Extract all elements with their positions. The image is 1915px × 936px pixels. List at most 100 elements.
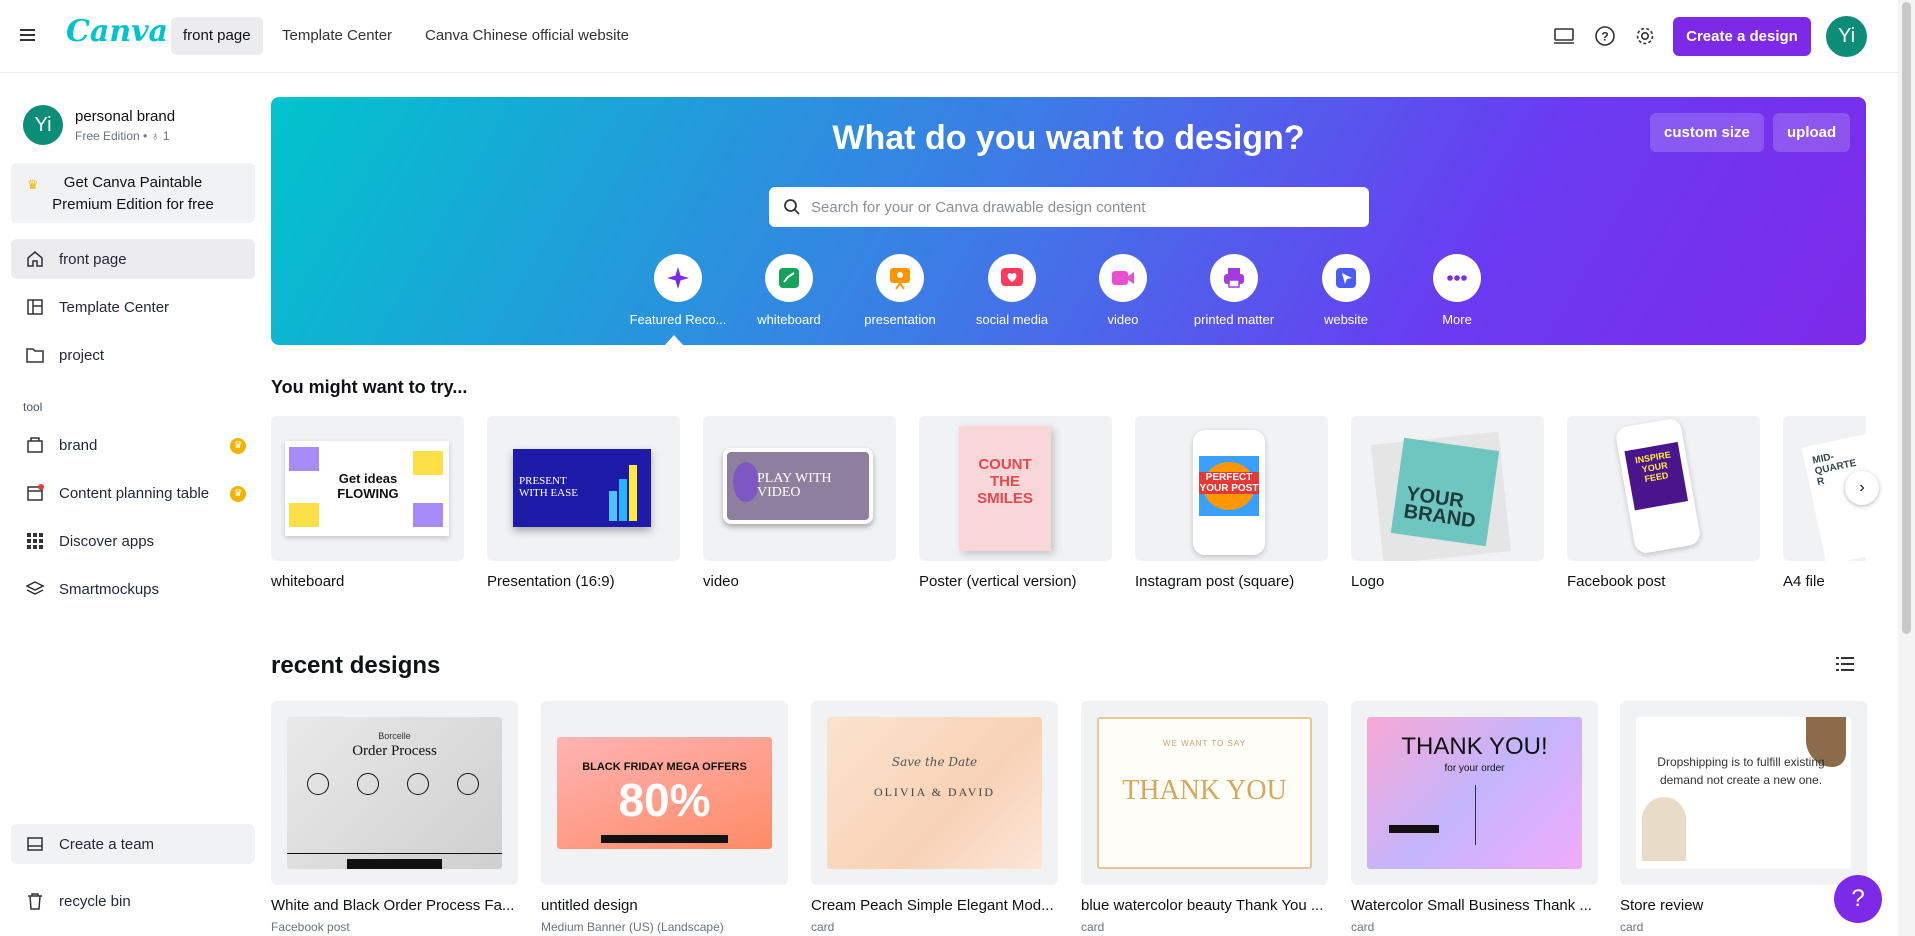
- sidebar-item-template-center[interactable]: Template Center: [11, 287, 255, 327]
- template-art-text: YOUR BRAND: [1402, 482, 1477, 533]
- design-title: untitled design: [541, 897, 638, 914]
- upload-button[interactable]: upload: [1773, 113, 1851, 152]
- sidebar-item-label: Content planning table: [59, 484, 210, 502]
- top-bar: Canva front page Template Center Canva C…: [0, 0, 1898, 73]
- design-type: Medium Banner (US) (Landscape): [541, 920, 724, 934]
- template-art-text: COUNT THE SMILES: [977, 456, 1033, 507]
- list-view-icon[interactable]: [1836, 656, 1854, 677]
- menu-icon[interactable]: [20, 26, 42, 46]
- sidebar-item-project[interactable]: project: [11, 335, 255, 375]
- template-icon: [24, 296, 46, 318]
- design-title: Store review: [1620, 897, 1704, 914]
- tab-front-page[interactable]: front page: [171, 17, 263, 55]
- help-button[interactable]: ?: [1834, 875, 1882, 923]
- svg-text:?: ?: [1601, 30, 1608, 44]
- category-label: Featured Reco...: [629, 312, 727, 327]
- template-label: A4 file: [1783, 573, 1825, 590]
- category-whiteboard[interactable]: whiteboard: [734, 254, 844, 327]
- create-team-label: Create a team: [59, 835, 155, 853]
- template-label: video: [703, 573, 739, 590]
- sidebar-item-label: front page: [59, 250, 127, 268]
- design-title: Watercolor Small Business Thank ...: [1351, 897, 1592, 914]
- design-art-text: BLACK FRIDAY MEGA OFFERS: [582, 761, 747, 773]
- template-card-poster[interactable]: COUNT THE SMILES Poster (vertical versio…: [919, 416, 1112, 590]
- sidebar-item-recycle-bin[interactable]: recycle bin: [11, 881, 255, 921]
- carousel-next-button[interactable]: ›: [1845, 471, 1879, 505]
- recent-design-card[interactable]: WE WANT TO SAY THANK YOU blue watercolor…: [1081, 701, 1328, 934]
- gear-icon[interactable]: [1633, 24, 1657, 48]
- sidebar-item-brand[interactable]: brand ♛: [11, 425, 255, 465]
- category-website[interactable]: website: [1291, 254, 1401, 327]
- template-card-presentation[interactable]: PRESENT WITH EASE Presentation (16:9): [487, 416, 680, 590]
- presentation-icon: [876, 254, 924, 302]
- category-presentation[interactable]: presentation: [845, 254, 955, 327]
- video-icon: [1099, 254, 1147, 302]
- template-card-video[interactable]: PLAY WITH VIDEO video: [703, 416, 896, 590]
- search-input[interactable]: Search for your or Canva drawable design…: [769, 187, 1369, 227]
- scrollbar-thumb[interactable]: [1902, 2, 1911, 634]
- sidebar-item-label: Smartmockups: [59, 580, 160, 598]
- recent-design-card[interactable]: Borcelle Order Process White and Black O…: [271, 701, 518, 934]
- recent-design-card[interactable]: THANK YOU! for your order Watercolor Sma…: [1351, 701, 1598, 934]
- category-label: presentation: [864, 312, 936, 327]
- template-card-facebook[interactable]: INSPIRE YOUR FEED Facebook post: [1567, 416, 1760, 590]
- category-social-media[interactable]: social media: [957, 254, 1067, 327]
- template-card-whiteboard[interactable]: Get ideas FLOWING whiteboard: [271, 416, 464, 590]
- design-art-subtext: WE WANT TO SAY: [1163, 739, 1246, 748]
- premium-promo[interactable]: ♛ Get Canva Paintable Premium Edition fo…: [11, 163, 255, 223]
- category-label: whiteboard: [757, 312, 821, 327]
- category-more[interactable]: More: [1402, 254, 1512, 327]
- design-art-text: OLIVIA & DAVID: [873, 785, 996, 799]
- template-card-logo[interactable]: YOUR BRAND Logo: [1351, 416, 1544, 590]
- sidebar-item-content-planner[interactable]: Content planning table ♛: [11, 473, 255, 513]
- template-label: Instagram post (square): [1135, 573, 1295, 590]
- design-thumbnail: BLACK FRIDAY MEGA OFFERS 80%: [541, 701, 788, 885]
- heart-icon: [988, 254, 1036, 302]
- desktop-icon[interactable]: [1552, 24, 1576, 48]
- template-thumbnail: PERFECT YOUR POST: [1135, 416, 1328, 561]
- design-art-bigtext: 80%: [618, 774, 711, 826]
- scrollbar[interactable]: [1898, 0, 1915, 936]
- category-label: More: [1442, 312, 1472, 327]
- recent-design-card[interactable]: Save the Date OLIVIA & DAVID Cream Peach…: [811, 701, 1058, 934]
- user-avatar[interactable]: Yi: [1826, 16, 1867, 57]
- category-label: social media: [975, 312, 1049, 327]
- design-art-subtext: Borcelle: [378, 731, 411, 741]
- template-card-instagram[interactable]: PERFECT YOUR POST Instagram post (square…: [1135, 416, 1328, 590]
- design-art-text: THANK YOU!: [1401, 733, 1548, 760]
- sidebar-item-label: project: [59, 346, 105, 364]
- tab-canva-chinese[interactable]: Canva Chinese official website: [413, 17, 641, 55]
- design-art-text: THANK YOU: [1122, 775, 1287, 806]
- design-type: card: [1620, 920, 1644, 934]
- create-team-button[interactable]: Create a team: [11, 824, 255, 864]
- recent-design-card[interactable]: Dropshipping is to fulfill existing dema…: [1620, 701, 1867, 934]
- printer-icon: [1210, 254, 1258, 302]
- sidebar-item-discover-apps[interactable]: Discover apps: [11, 521, 255, 561]
- category-label: printed matter: [1193, 312, 1275, 327]
- sidebar-item-front-page[interactable]: front page: [11, 239, 255, 279]
- sidebar: Yi personal brand Free Edition • ♁ 1 ♛ G…: [0, 74, 266, 936]
- custom-size-button[interactable]: custom size: [1650, 113, 1764, 152]
- category-video[interactable]: video: [1068, 254, 1178, 327]
- sidebar-item-smartmockups[interactable]: Smartmockups: [11, 569, 255, 609]
- template-art-text: PERFECT YOUR POST: [1199, 472, 1259, 494]
- category-label: video: [1107, 312, 1139, 327]
- category-featured[interactable]: Featured Reco...: [623, 254, 733, 327]
- apps-grid-icon: [24, 530, 46, 552]
- crown-badge-icon: ♛: [230, 486, 246, 502]
- template-label: Poster (vertical version): [919, 573, 1077, 590]
- template-label: Presentation (16:9): [487, 573, 615, 590]
- whiteboard-icon: [765, 254, 813, 302]
- category-printed-matter[interactable]: printed matter: [1179, 254, 1289, 327]
- search-placeholder: Search for your or Canva drawable design…: [811, 198, 1146, 216]
- category-label: website: [1323, 312, 1369, 327]
- help-circle-icon[interactable]: ?: [1593, 24, 1617, 48]
- template-art-text: Get ideas FLOWING: [337, 471, 399, 501]
- create-design-button[interactable]: Create a design: [1673, 17, 1811, 56]
- recent-design-card[interactable]: BLACK FRIDAY MEGA OFFERS 80% untitled de…: [541, 701, 788, 934]
- brand-name: personal brand: [75, 108, 176, 125]
- tab-template-center[interactable]: Template Center: [270, 17, 404, 55]
- folder-icon: [24, 344, 46, 366]
- design-art-subtext: for your order: [1444, 763, 1505, 774]
- canva-logo[interactable]: Canva: [66, 14, 168, 49]
